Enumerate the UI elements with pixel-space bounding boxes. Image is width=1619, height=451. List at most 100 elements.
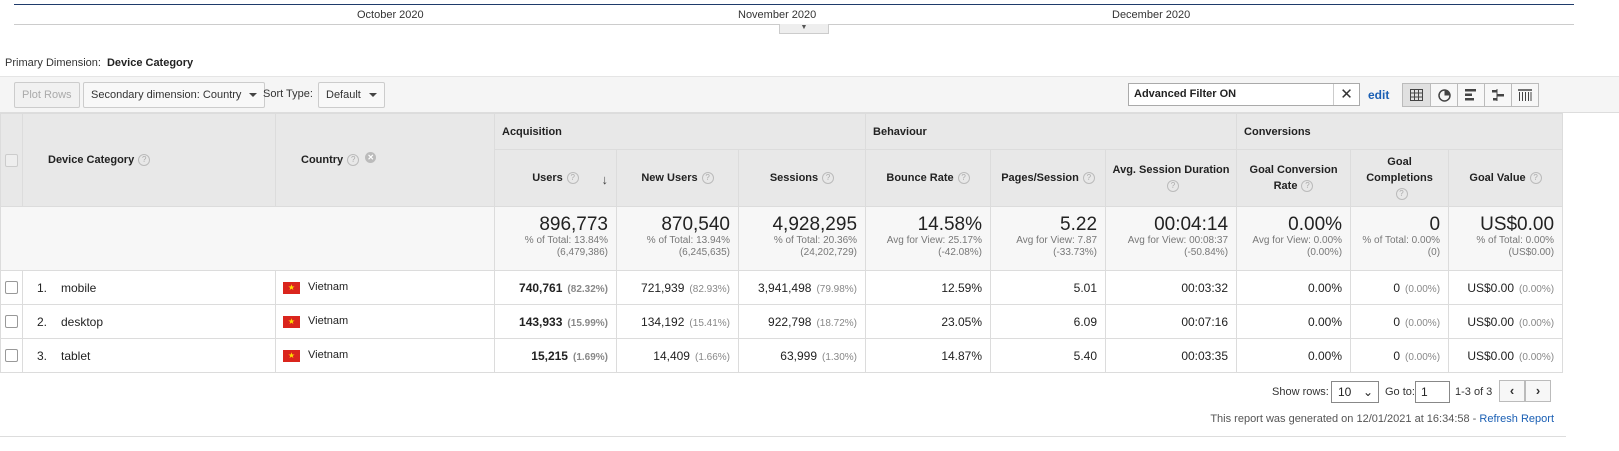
total-avg-duration-avg: Avg for View: 00:08:37: [1127, 235, 1229, 246]
sessions-header[interactable]: Sessions?: [737, 149, 867, 207]
table-view-icon[interactable]: [1403, 84, 1430, 106]
timeline-month-label: November 2020: [738, 9, 817, 21]
country-header[interactable]: Country? ✕: [275, 113, 495, 207]
new-users-value: 14,409: [653, 348, 690, 363]
plot-rows-button[interactable]: Plot Rows: [14, 82, 80, 108]
pages-session-cell: 5.01: [990, 270, 1107, 305]
users-header[interactable]: Users? ↓: [494, 149, 617, 207]
help-icon[interactable]: ?: [701, 172, 714, 185]
new-users-percent: (1.66%): [694, 351, 730, 363]
help-icon[interactable]: ?: [1395, 188, 1408, 201]
row-checkbox[interactable]: [5, 349, 18, 362]
close-icon[interactable]: ✕: [1333, 84, 1359, 105]
select-all-checkbox[interactable]: [5, 153, 18, 167]
help-icon[interactable]: ?: [1082, 172, 1095, 185]
country-link[interactable]: Vietnam: [308, 349, 348, 361]
users-percent: (82.32%): [567, 283, 608, 295]
bounce-rate-header-label: Bounce Rate: [886, 172, 954, 184]
chevron-down-icon: ⌄: [1362, 385, 1373, 399]
vietnam-flag-icon: ★: [283, 349, 300, 362]
help-icon[interactable]: ?: [347, 154, 360, 167]
total-avg-session-duration: 00:04:14 Avg for View: 00:08:37 (-50.84%): [1105, 206, 1238, 271]
goal-completions-percent: (0.00%): [1405, 283, 1441, 295]
goal-completions-cell: 0 (0.00%): [1350, 270, 1450, 305]
refresh-report-link[interactable]: Refresh Report: [1479, 413, 1554, 425]
goal-value-cell: US$0.00 (0.00%): [1448, 304, 1564, 339]
sort-descending-icon: ↓: [601, 172, 609, 187]
goal-value-cell: US$0.00 (0.00%): [1448, 338, 1564, 373]
device-category-header-label: Device Category: [48, 153, 135, 166]
pivot-icon[interactable]: [1511, 84, 1538, 106]
chart-collapse-toggle[interactable]: ▼: [779, 24, 829, 34]
row-checkbox[interactable]: [5, 315, 18, 328]
primary-dimension-device-category[interactable]: Device Category: [107, 57, 193, 69]
next-page-button[interactable]: ›: [1525, 380, 1551, 402]
goal-value-value: US$0.00: [1467, 348, 1515, 363]
avg-session-duration-header[interactable]: Avg. Session Duration?: [1105, 149, 1238, 207]
total-goal-value-percent: % of Total: 0.00%: [1476, 235, 1555, 246]
sort-type-dropdown[interactable]: Default: [318, 82, 385, 108]
total-goal-conversion-rate: 0.00% Avg for View: 0.00% (0.00%): [1236, 206, 1352, 271]
help-icon[interactable]: ?: [138, 154, 151, 167]
help-icon[interactable]: ?: [1301, 180, 1314, 193]
row-index: 3.: [37, 348, 48, 363]
device-category-cell: 1. mobile: [22, 270, 276, 305]
remove-dimension-icon[interactable]: ✕: [365, 151, 377, 163]
users-value: 15,215: [531, 348, 568, 363]
device-category-link[interactable]: mobile: [61, 281, 96, 295]
help-icon[interactable]: ?: [1167, 180, 1180, 193]
chevron-right-icon: ›: [1535, 383, 1541, 398]
advanced-filter-field[interactable]: Advanced Filter ON ✕: [1128, 83, 1360, 106]
show-rows-select[interactable]: 10 ⌄: [1331, 381, 1379, 403]
goal-completions-percent: (0.00%): [1405, 351, 1441, 363]
device-category-link[interactable]: tablet: [61, 349, 90, 363]
sessions-cell: 3,941,498 (79.98%): [737, 270, 867, 305]
users-value: 740,761: [519, 280, 563, 295]
goal-completions-value: 0: [1393, 348, 1401, 363]
advanced-filter-text: Advanced Filter ON: [1134, 88, 1237, 100]
total-goal-value-value: US$0.00: [1480, 214, 1555, 235]
total-bounce-rate-avg: Avg for View: 25.17%: [886, 235, 983, 246]
country-link[interactable]: Vietnam: [308, 281, 348, 293]
sessions-value: 3,941,498: [758, 280, 812, 295]
caret-down-icon: [249, 93, 258, 98]
previous-page-button[interactable]: ‹: [1499, 380, 1525, 402]
total-sessions-value: 4,928,295: [772, 214, 858, 235]
help-icon[interactable]: ?: [957, 172, 970, 185]
goal-conversion-rate-header[interactable]: Goal Conversion Rate?: [1236, 149, 1352, 207]
device-category-link[interactable]: desktop: [61, 315, 103, 329]
help-icon[interactable]: ?: [1529, 172, 1542, 185]
goto-input[interactable]: 1: [1415, 381, 1450, 403]
new-users-percent: (82.93%): [689, 283, 730, 295]
users-percent: (1.69%): [572, 351, 608, 363]
caret-down-icon: [368, 93, 377, 98]
edit-filter-link[interactable]: edit: [1368, 88, 1389, 102]
new-users-value: 134,192: [641, 314, 685, 329]
goal-conversion-rate-header-label: Goal Conversion Rate: [1249, 164, 1338, 192]
comparison-icon[interactable]: [1484, 84, 1511, 106]
goal-value-percent: (0.00%): [1519, 317, 1555, 329]
bounce-rate-header[interactable]: Bounce Rate?: [865, 149, 992, 207]
goal-value-header[interactable]: Goal Value?: [1448, 149, 1564, 207]
total-conv-rate-diff: (0.00%): [1307, 247, 1343, 258]
total-bounce-rate: 14.58% Avg for View: 25.17% (-42.08%): [865, 206, 992, 271]
acquisition-group-header: Acquisition: [493, 113, 867, 150]
goal-conversion-rate-cell: 0.00%: [1236, 304, 1352, 339]
pages-session-header[interactable]: Pages/Session?: [990, 149, 1107, 207]
pie-chart-icon[interactable]: [1430, 84, 1457, 106]
row-select-cell: [0, 304, 23, 339]
total-users-value: 896,773: [539, 214, 608, 235]
goal-completions-header[interactable]: Goal Completions?: [1350, 149, 1450, 207]
timeline-month-label: October 2020: [357, 9, 424, 21]
country-link[interactable]: Vietnam: [308, 315, 348, 327]
device-category-header[interactable]: Device Category?: [22, 113, 276, 207]
help-icon[interactable]: ?: [822, 172, 835, 185]
new-users-header[interactable]: New Users?: [616, 149, 739, 207]
total-users-site-total: (6,479,386): [556, 247, 608, 258]
bar-chart-icon[interactable]: [1457, 84, 1484, 106]
help-icon[interactable]: ?: [566, 172, 579, 185]
row-checkbox[interactable]: [5, 281, 18, 294]
secondary-dimension-dropdown[interactable]: Secondary dimension: Country: [83, 82, 266, 108]
total-new-users-site-total: (6,245,635): [678, 247, 730, 258]
vietnam-flag-icon: ★: [283, 281, 300, 294]
